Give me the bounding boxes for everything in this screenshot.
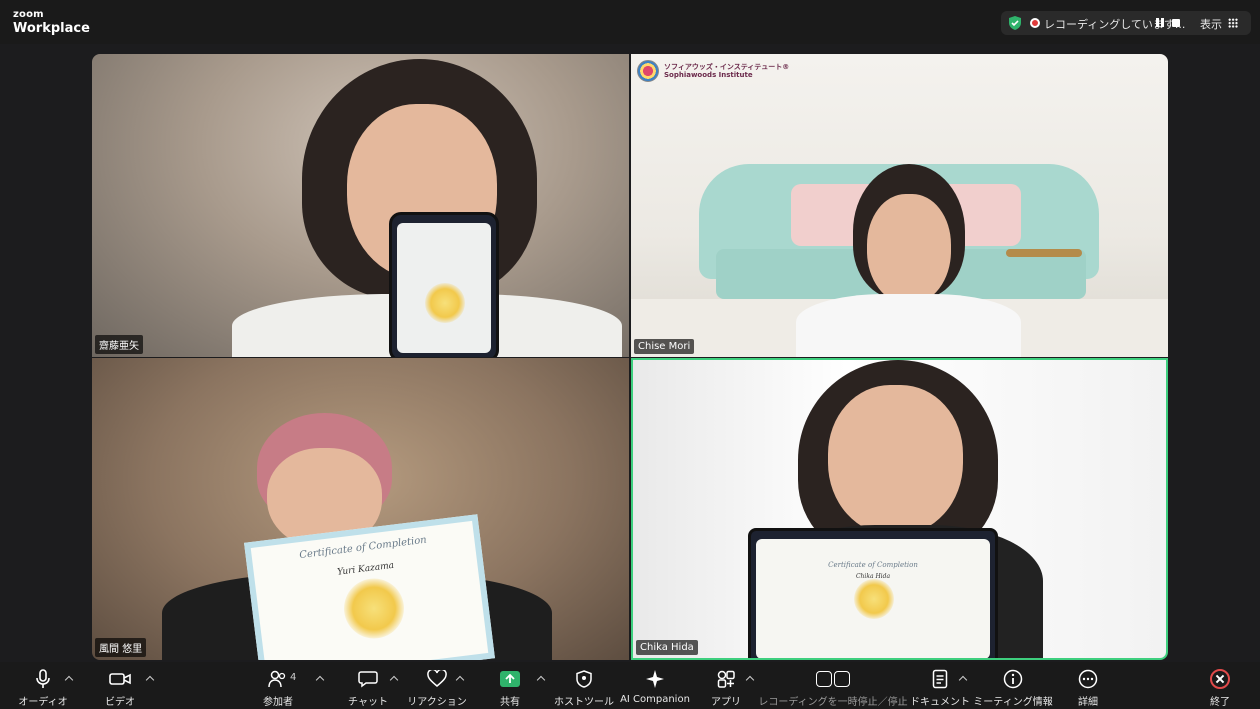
sophiawoods-emblem-icon: [637, 60, 659, 82]
audio-button[interactable]: オーディオ: [18, 668, 68, 708]
participant-count: 4: [290, 672, 297, 683]
share-options-caret[interactable]: [536, 674, 546, 684]
share-label: 共有: [500, 697, 520, 708]
end-meeting-button[interactable]: 終了: [1205, 668, 1235, 708]
certificate-title: Certificate of Completion: [828, 561, 918, 569]
end-x-icon: [1209, 668, 1231, 689]
stop-icon: [834, 670, 850, 687]
pause-stop-icon: [813, 668, 853, 689]
audio-label: オーディオ: [18, 697, 68, 708]
host-tools-label: ホストツール: [554, 697, 614, 708]
share-screen-icon: [499, 668, 521, 689]
pause-icon: [816, 670, 832, 687]
side-table: [1006, 249, 1082, 257]
meeting-info-label: ミーティング情報: [973, 697, 1053, 708]
chat-button[interactable]: チャット: [348, 668, 388, 708]
shield-check-icon[interactable]: [1007, 15, 1023, 31]
reactions-label: リアクション: [407, 697, 467, 708]
more-dots-icon: [1077, 668, 1099, 689]
video-tile-4-active-speaker[interactable]: Certificate of Completion Chika Hida Chi…: [631, 358, 1168, 660]
phone-showing-certificate: [389, 212, 499, 357]
certificate: Certificate of Completion Yuri Kazama: [244, 514, 495, 660]
docs-options-caret[interactable]: [958, 674, 968, 684]
recording-pause-stop-button[interactable]: レコーディングを一時停止／停止: [758, 668, 908, 708]
logo-line-2: Sophiawoods Institute: [664, 71, 753, 79]
logo-line-1: ソフィアウッズ・インスティテュート®: [664, 62, 790, 71]
chat-label: チャット: [348, 697, 388, 708]
participants-options-caret[interactable]: [315, 674, 325, 684]
video-tile-2[interactable]: ソフィアウッズ・インスティテュート® Sophiawoods Institute…: [631, 54, 1168, 357]
ai-companion-label: AI Companion: [620, 694, 690, 705]
microphone-icon: [32, 668, 54, 689]
info-icon: [1002, 668, 1024, 689]
docs-label: ドキュメント: [910, 697, 970, 708]
more-button[interactable]: 詳細: [1073, 668, 1103, 708]
video-camera-icon: [109, 668, 131, 689]
heart-icon: [426, 668, 448, 689]
participant-face: [828, 385, 963, 535]
more-label: 詳細: [1078, 697, 1098, 708]
audio-options-caret[interactable]: [64, 674, 74, 684]
zoom-workplace-logo: zoom Workplace: [13, 9, 90, 36]
end-label: 終了: [1210, 697, 1230, 708]
video-button[interactable]: ビデオ: [100, 668, 140, 708]
ai-sparkle-icon: [644, 668, 666, 690]
grid-view-icon[interactable]: [1228, 18, 1238, 28]
host-tools-button[interactable]: ホストツール: [554, 668, 614, 708]
video-tile-3[interactable]: Certificate of Completion Yuri Kazama 風間…: [92, 358, 629, 660]
participants-icon: [267, 668, 289, 689]
meeting-toolbar: オーディオ ビデオ 参加者 4 チャット リアクション 共有 ホストツール AI…: [0, 662, 1260, 709]
pause-recording-icon[interactable]: [1155, 17, 1165, 29]
recording-indicator: レコーディングしています... 表示: [1001, 11, 1251, 35]
participant-body: [796, 294, 1021, 357]
apps-label: アプリ: [711, 697, 741, 708]
certificate-seal: [340, 575, 408, 642]
meeting-info-button[interactable]: ミーティング情報: [973, 668, 1053, 708]
video-tile-1[interactable]: 齋藤亜矢: [92, 54, 629, 357]
apps-options-caret[interactable]: [745, 674, 755, 684]
recording-pause-stop-label: レコーディングを一時停止／停止: [758, 697, 908, 708]
ai-companion-button[interactable]: AI Companion: [620, 668, 690, 708]
tablet-showing-certificate: Certificate of Completion Chika Hida: [748, 528, 998, 658]
chat-bubble-icon: [357, 668, 379, 689]
host-shield-icon: [573, 668, 595, 689]
logo-text: ソフィアウッズ・インスティテュート® Sophiawoods Institute: [664, 63, 789, 79]
document-icon: [929, 668, 951, 689]
recording-dot-icon: [1030, 18, 1040, 28]
video-label: ビデオ: [105, 697, 135, 708]
participant-name-tag: Chise Mori: [634, 339, 695, 354]
reactions-options-caret[interactable]: [455, 674, 465, 684]
certificate-seal: [854, 579, 894, 619]
participant-name-tag: Chika Hida: [636, 640, 698, 655]
tablet-screen: Certificate of Completion Chika Hida: [756, 539, 990, 658]
view-button[interactable]: 表示: [1200, 16, 1222, 32]
participants-label: 参加者: [263, 697, 293, 708]
video-options-caret[interactable]: [145, 674, 155, 684]
participant-face: [867, 194, 951, 304]
certificate-seal: [425, 283, 465, 323]
apps-icon: [715, 668, 737, 689]
brand-top: zoom: [13, 9, 44, 20]
phone-screen: [397, 223, 491, 353]
share-button[interactable]: 共有: [495, 668, 525, 708]
sophiawoods-logo: ソフィアウッズ・インスティテュート® Sophiawoods Institute: [637, 60, 789, 82]
apps-button[interactable]: アプリ: [710, 668, 742, 708]
brand-bottom: Workplace: [13, 21, 90, 36]
participant-name-tag: 齋藤亜矢: [95, 335, 143, 354]
stop-recording-icon[interactable]: [1172, 19, 1180, 27]
participant-name-tag: 風間 悠里: [95, 638, 147, 657]
chat-options-caret[interactable]: [389, 674, 399, 684]
top-bar: zoom Workplace レコーディングしています... 表示: [0, 0, 1260, 44]
